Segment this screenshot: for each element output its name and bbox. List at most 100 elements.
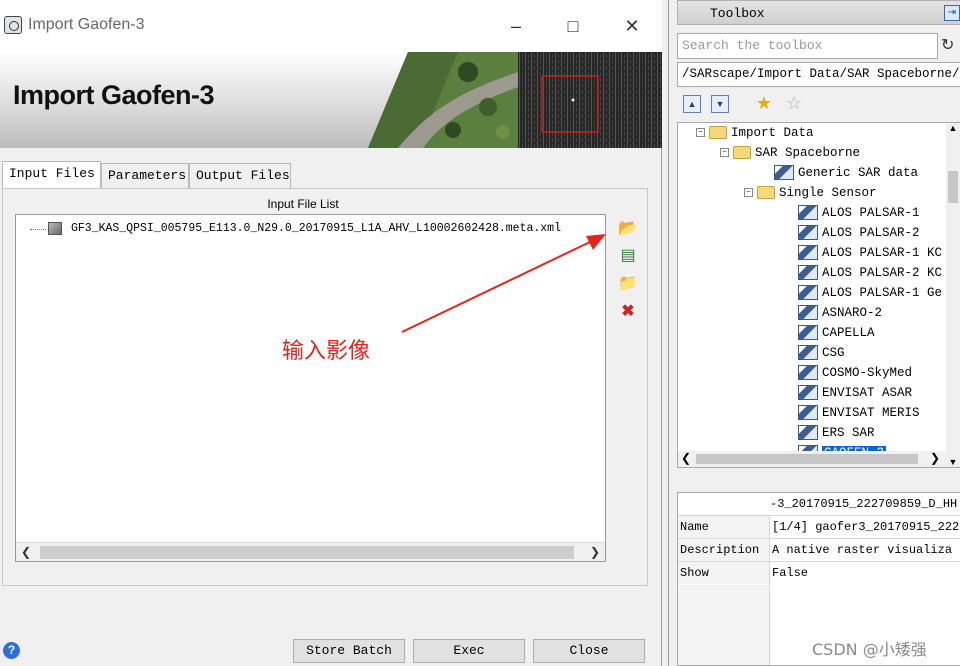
expander-icon[interactable]: −: [744, 188, 753, 198]
tree-item[interactable]: CAPELLA: [798, 323, 875, 343]
tree-vertical-scrollbar[interactable]: ▲ ▼: [946, 123, 960, 467]
satellite-tool-icon: [798, 285, 818, 301]
annotation-label: 输入影像: [282, 339, 371, 364]
edit-list-icon[interactable]: ▤: [617, 246, 639, 266]
property-value: [1/4] gaofer3_20170915_222: [772, 520, 960, 534]
tree-item-label: Generic SAR data: [798, 166, 919, 180]
tree-horizontal-scrollbar[interactable]: ❮ ❯: [678, 451, 948, 467]
scroll-up-icon[interactable]: ▲: [946, 123, 960, 133]
tab-input-files[interactable]: Input Files: [2, 161, 101, 189]
tree-item[interactable]: − SAR Spaceborne: [720, 143, 860, 163]
app-icon: [4, 16, 22, 34]
satellite-tool-icon: [798, 325, 818, 341]
scroll-thumb[interactable]: [948, 171, 958, 203]
satellite-tool-icon: [798, 345, 818, 361]
tree-item[interactable]: CSG: [798, 343, 845, 363]
open-folder-icon[interactable]: 📁: [617, 274, 639, 294]
satellite-tool-icon: [798, 405, 818, 421]
close-button[interactable]: Close: [533, 639, 645, 663]
input-files-panel: Input File List GF3_KAS_QPSI_005795_E113…: [2, 188, 648, 586]
tree-item-label: ERS SAR: [822, 426, 875, 440]
header-banner: Import Gaofen-3: [0, 52, 662, 148]
collapse-all-icon[interactable]: ▲: [683, 95, 701, 113]
satellite-tool-icon: [798, 425, 818, 441]
window-title: Import Gaofen-3: [28, 16, 145, 33]
tree-item-label: ALOS PALSAR-2 KC: [822, 266, 943, 280]
tree-item[interactable]: COSMO-SkyMed: [798, 363, 912, 383]
tree-item[interactable]: − Single Sensor: [744, 183, 877, 203]
tree-connector: [30, 229, 46, 230]
tree-item-label: ALOS PALSAR-2: [822, 226, 920, 240]
expand-all-icon[interactable]: ▼: [711, 95, 729, 113]
input-file-list-caption: Input File List: [267, 197, 339, 211]
tree-item-label: ENVISAT MERIS: [822, 406, 920, 420]
image-file-icon: [48, 222, 62, 235]
store-batch-button[interactable]: Store Batch: [293, 639, 405, 663]
refresh-icon[interactable]: ↻: [941, 36, 960, 56]
expander-icon[interactable]: −: [696, 128, 705, 138]
toolbox-header: Toolbox ⇥: [677, 0, 960, 25]
property-row-description[interactable]: Description A native raster visualiza: [678, 538, 960, 561]
tree-item[interactable]: ALOS PALSAR-1 Ge: [798, 283, 942, 303]
tree-item[interactable]: ENVISAT MERIS: [798, 403, 920, 423]
toolbox-tree[interactable]: − Import Data − SAR Spaceborne Generic SAR d…: [677, 122, 960, 468]
dock-icon[interactable]: ⇥: [944, 5, 960, 21]
toolbox-title: Toolbox: [710, 6, 765, 21]
tree-item-label: ALOS PALSAR-1 KC: [822, 246, 943, 260]
satellite-tool-icon: [774, 165, 794, 181]
expander-icon[interactable]: −: [720, 148, 729, 158]
scroll-right-icon[interactable]: ❯: [930, 451, 940, 465]
property-key: Show: [678, 562, 770, 584]
scroll-left-icon[interactable]: ❮: [16, 543, 36, 561]
import-dialog: Import Gaofen-3 – □ ✕ Import Gaofen-3 In…: [0, 0, 662, 666]
scroll-down-icon[interactable]: ▼: [946, 457, 960, 467]
exec-button[interactable]: Exec: [413, 639, 525, 663]
maximize-button[interactable]: □: [557, 12, 589, 40]
tree-item[interactable]: ALOS PALSAR-2 KC: [798, 263, 942, 283]
tree-item[interactable]: ALOS PALSAR-1: [798, 203, 920, 223]
scroll-thumb[interactable]: [696, 454, 918, 464]
satellite-image-banner: [368, 52, 662, 148]
favorite-star-icon[interactable]: ★: [755, 94, 773, 113]
tree-item-label: ASNARO-2: [822, 306, 883, 320]
tree-item-label: ALOS PALSAR-1: [822, 206, 920, 220]
tree-item-label: COSMO-SkyMed: [822, 366, 913, 380]
tree-item-label: SAR Spaceborne: [755, 146, 861, 160]
satellite-tool-icon: [798, 305, 818, 321]
folder-icon: [757, 186, 775, 200]
scroll-left-icon[interactable]: ❮: [681, 451, 691, 465]
satellite-tool-icon: [798, 385, 818, 401]
horizontal-scrollbar[interactable]: ❮ ❯: [16, 542, 605, 561]
file-name: GF3_KAS_QPSI_005795_E113.0_N29.0_2017091…: [71, 222, 561, 235]
help-icon[interactable]: ?: [3, 642, 20, 659]
delete-icon[interactable]: ✖: [617, 302, 639, 322]
tree-item[interactable]: − Import Data: [696, 123, 814, 143]
tree-item[interactable]: ASNARO-2: [798, 303, 882, 323]
toolbox-path[interactable]: /SARscape/Import Data/SAR Spaceborne/S: [677, 62, 960, 87]
tree-item[interactable]: ERS SAR: [798, 423, 875, 443]
minimize-button[interactable]: –: [500, 12, 532, 40]
tree-item[interactable]: ALOS PALSAR-1 KC: [798, 243, 942, 263]
list-item[interactable]: GF3_KAS_QPSI_005795_E113.0_N29.0_2017091…: [16, 220, 605, 238]
banner-title: Import Gaofen-3: [13, 80, 215, 110]
satellite-tool-icon: [798, 225, 818, 241]
open-file-icon[interactable]: 📂: [617, 219, 639, 239]
input-file-list[interactable]: GF3_KAS_QPSI_005795_E113.0_N29.0_2017091…: [15, 214, 606, 562]
tab-parameters[interactable]: Parameters: [101, 163, 189, 188]
properties-header: -3_20170915_222709859_D_HH: [770, 497, 958, 511]
close-window-button[interactable]: ✕: [616, 12, 648, 40]
property-row-name[interactable]: Name [1/4] gaofer3_20170915_222: [678, 515, 960, 538]
satellite-tool-icon: [798, 265, 818, 281]
unfavorite-star-icon[interactable]: ☆: [785, 94, 803, 113]
tree-item-label: CSG: [822, 346, 845, 360]
satellite-tool-icon: [798, 205, 818, 221]
tree-item[interactable]: Generic SAR data: [774, 163, 918, 183]
scroll-right-icon[interactable]: ❯: [585, 543, 605, 561]
tree-item[interactable]: ENVISAT ASAR: [798, 383, 912, 403]
toolbox-search-input[interactable]: Search the toolbox: [677, 33, 938, 59]
tree-item[interactable]: ALOS PALSAR-2: [798, 223, 920, 243]
property-row-show[interactable]: Show False: [678, 561, 960, 584]
property-key-column: [678, 585, 770, 665]
scroll-thumb[interactable]: [40, 546, 574, 559]
tab-output-files[interactable]: Output Files: [189, 163, 291, 188]
